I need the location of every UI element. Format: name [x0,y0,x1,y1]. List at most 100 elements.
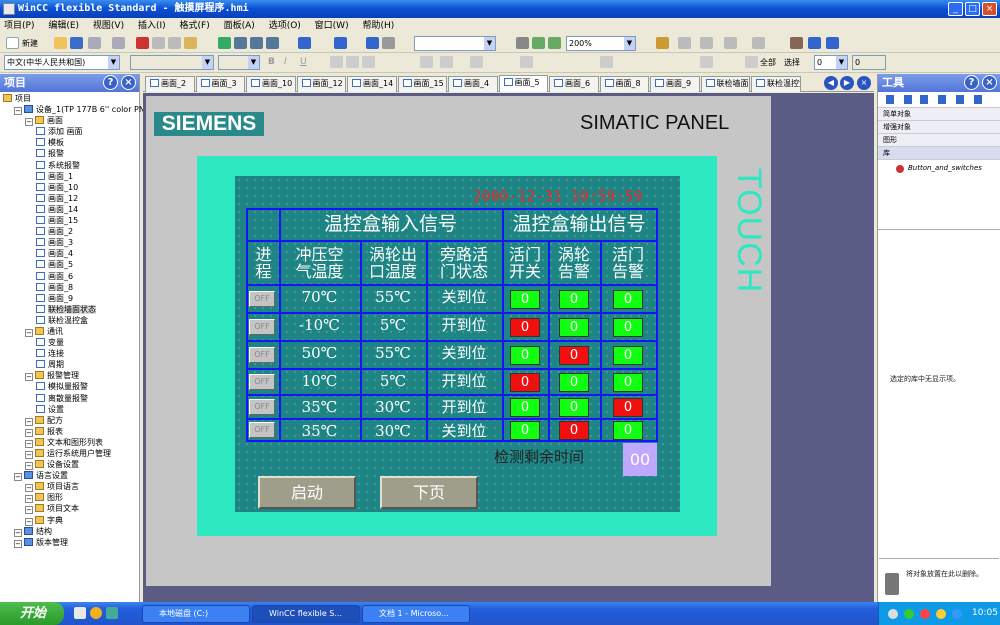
order-icon[interactable] [600,56,613,68]
check-icon[interactable] [218,37,231,49]
io-tool-icon[interactable] [956,95,964,104]
underline-icon[interactable]: U [300,57,307,67]
property-combo[interactable]: ▼ [414,36,496,51]
process-toggle-button[interactable]: OFF [249,374,275,390]
tree-item[interactable]: 画面_5 [0,259,139,270]
undo-icon[interactable] [88,37,101,49]
nav-right-icon[interactable]: ▶ [840,76,854,90]
menu-view[interactable]: 视图(V) [93,21,124,31]
help-icon[interactable]: ? [964,75,979,90]
hmi-datetime[interactable]: 2000-12-31 10:59:59 [473,189,643,205]
signal-indicator[interactable]: 0 [510,372,540,392]
expand-icon[interactable]: − [14,528,22,537]
text-tool-icon[interactable] [938,95,946,104]
tree-item[interactable]: − 项目语言 [0,481,139,493]
simulate-icon[interactable] [266,37,279,49]
menu-options[interactable]: 选项(O) [269,21,301,31]
tools-enhanced-objects[interactable]: 增强对象 [878,121,1000,134]
tools-simple-objects[interactable]: 简单对象 [878,108,1000,121]
screen-tab[interactable]: 画面_12 [296,76,346,92]
signal-indicator[interactable]: 0 [613,372,643,392]
screen-tab[interactable]: 画面_14 [347,76,397,92]
desktop-icon[interactable] [74,607,86,619]
screen-tab[interactable]: 画面_8 [599,76,649,92]
find-icon[interactable] [366,37,379,49]
tree-item[interactable]: − 报警管理 [0,370,139,382]
replace-icon[interactable] [382,37,395,49]
tree-item[interactable]: 联检墙面状态 [0,304,139,315]
tree-item[interactable]: − 语言设置 [0,470,139,482]
layer-num-combo[interactable]: 0 [852,55,886,70]
tree-item[interactable]: − 通讯 [0,326,139,337]
tray-icon[interactable] [888,609,898,619]
help-icon[interactable]: ? [103,75,118,90]
start-button[interactable]: 启动 [258,476,356,509]
line-width-icon[interactable] [752,37,765,49]
expand-icon[interactable]: − [14,539,22,548]
signal-indicator[interactable]: 0 [559,345,589,365]
tree-item[interactable]: − 项目文本 [0,503,139,515]
screen-tab[interactable]: 联检墙面状态 [700,76,750,92]
tray-icon[interactable] [936,609,946,619]
tools-graphics[interactable]: 图形 [878,134,1000,147]
screen-tab[interactable]: 画面_9 [650,76,700,92]
expand-icon[interactable]: − [25,506,33,515]
tree-item[interactable]: 报警 [0,148,139,159]
task-word[interactable]: 文档 1 - Microso... [362,605,470,623]
expand-icon[interactable]: − [25,495,33,504]
layer-icon[interactable] [700,56,713,68]
signal-indicator[interactable]: 0 [510,289,540,309]
button-tool-icon[interactable] [974,95,982,104]
tree-item[interactable]: 画面_12 [0,193,139,204]
tree-item[interactable]: − 结构 [0,526,139,537]
zoom-combo[interactable]: 200% ▼ [566,36,636,51]
tree-item[interactable]: − 画面 [0,115,139,127]
menu-panel[interactable]: 面板(A) [224,21,255,31]
zoom-out-icon[interactable] [548,37,561,49]
line-tool-icon[interactable] [904,95,912,104]
group-icon[interactable] [470,56,483,68]
tree-item[interactable]: 画面_6 [0,271,139,282]
signal-indicator[interactable]: 0 [613,397,643,417]
context-help-icon[interactable] [826,37,839,49]
tray-icon[interactable] [904,609,914,619]
signal-indicator[interactable]: 0 [613,289,643,309]
new-button-label[interactable]: 新建 [22,38,38,49]
signal-indicator[interactable]: 0 [559,420,589,440]
tree-item[interactable]: − 配方 [0,415,139,426]
menu-help[interactable]: 帮助(H) [362,21,394,31]
tray-icon[interactable] [920,609,930,619]
expand-icon[interactable]: − [25,517,33,526]
new-icon[interactable] [6,37,19,49]
screen-tab[interactable]: 画面_4 [448,76,498,92]
runtime-icon[interactable] [250,37,263,49]
tree-item[interactable]: − 图形 [0,492,139,504]
signal-indicator[interactable]: 0 [510,345,540,365]
zoom-area-icon[interactable] [516,37,529,49]
nav-left-icon[interactable]: ◀ [824,76,838,90]
tree-item[interactable]: − 运行系统用户管理 [0,448,139,459]
font-size-combo[interactable]: ▼ [218,55,260,70]
library-item[interactable]: Button_and_switches [908,164,982,172]
tree-item[interactable]: 模拟量报警 [0,381,139,392]
italic-icon[interactable]: I [284,57,287,67]
signal-indicator[interactable]: 0 [559,317,589,337]
tree-item[interactable]: 连接 [0,348,139,359]
tree-item[interactable]: − 设备_1(TP 177B 6'' color PN/DP) [0,104,162,116]
tree-item[interactable]: 周期 [0,359,139,370]
tree-item[interactable]: − 字典 [0,515,139,526]
signal-indicator[interactable]: 0 [559,372,589,392]
expand-icon[interactable]: − [25,417,33,426]
open-icon[interactable] [54,37,67,49]
download-icon[interactable] [298,37,311,49]
screen-tab[interactable]: 画面_3 [195,76,245,92]
remaining-time-value[interactable]: 00 [623,443,657,476]
menu-insert[interactable]: 插入(I) [138,21,166,31]
tree-item[interactable]: 添加 画面 [0,126,139,137]
compile-icon[interactable] [234,37,247,49]
tree-item[interactable]: − 设备设置 [0,459,139,471]
maximize-button[interactable]: □ [965,2,980,16]
delete-icon[interactable] [136,37,149,49]
screen-tab[interactable]: 画面_15 [397,76,447,92]
line-style-icon[interactable] [724,37,737,49]
